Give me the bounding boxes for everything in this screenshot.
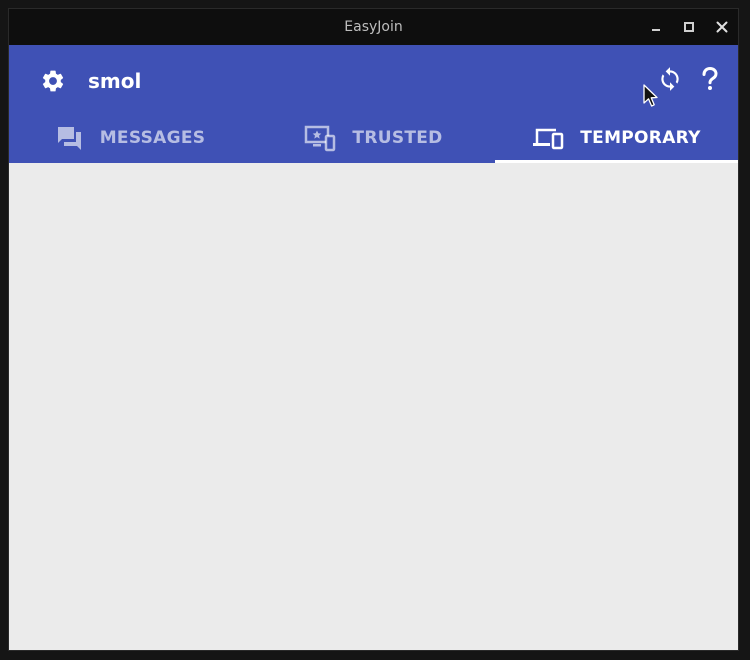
refresh-button[interactable]: [655, 64, 685, 94]
app-window: EasyJoin smol MESSAGES TRUSTED TEMPORARY: [8, 8, 739, 651]
minimize-icon: [652, 29, 660, 31]
close-button[interactable]: [712, 17, 732, 37]
tab-bar: MESSAGES TRUSTED TEMPORARY: [9, 113, 738, 163]
settings-button[interactable]: [38, 66, 68, 96]
devices-icon: [532, 126, 564, 150]
tab-messages[interactable]: MESSAGES: [9, 113, 252, 163]
tab-messages-label: MESSAGES: [99, 128, 206, 148]
tab-trusted-label: TRUSTED: [352, 128, 443, 148]
sync-icon: [661, 67, 679, 91]
chat-bubbles-icon: [56, 125, 84, 151]
maximize-icon: [684, 22, 694, 32]
title-bar[interactable]: EasyJoin: [9, 9, 738, 45]
window-title: EasyJoin: [344, 19, 403, 35]
help-button[interactable]: [695, 64, 725, 94]
close-icon: [716, 21, 728, 33]
tab-temporary[interactable]: TEMPORARY: [495, 113, 738, 163]
tab-temporary-label: TEMPORARY: [580, 128, 701, 148]
help-icon: [702, 66, 718, 90]
app-bar: smol MESSAGES TRUSTED TEMPORARY: [9, 45, 738, 163]
tab-content-area: [9, 163, 738, 650]
minimize-button[interactable]: [646, 17, 666, 37]
device-name: smol: [88, 69, 142, 93]
trusted-devices-icon: [304, 124, 336, 152]
tab-trusted[interactable]: TRUSTED: [252, 113, 495, 163]
maximize-button[interactable]: [679, 17, 699, 37]
gear-icon: [42, 70, 64, 92]
mouse-cursor-icon: [643, 84, 658, 107]
